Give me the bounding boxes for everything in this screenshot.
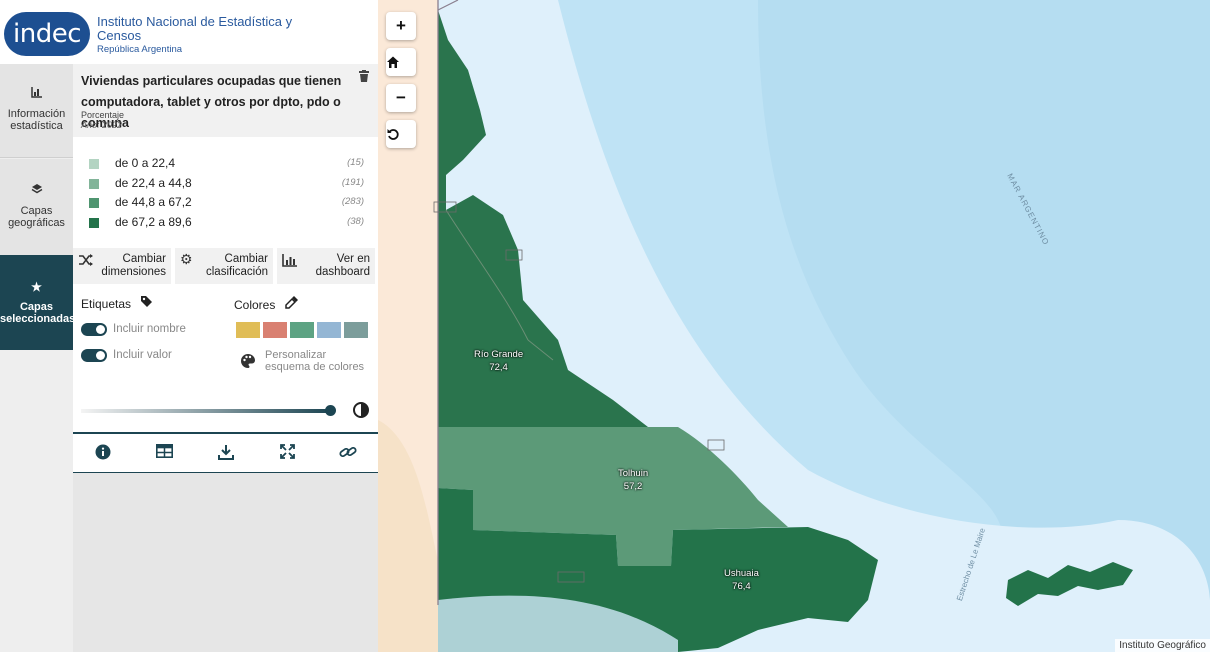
institution-name: Instituto Nacional de Estadística y Cens…	[97, 14, 293, 43]
layer-toolbar	[73, 432, 378, 473]
contrast-icon	[353, 402, 369, 418]
home-button[interactable]	[386, 48, 416, 76]
fullscreen-icon[interactable]	[277, 444, 297, 464]
layer-title: Viviendas particulares ocupadas que tien…	[81, 74, 342, 130]
layer-header: Viviendas particulares ocupadas que tien…	[73, 64, 378, 137]
eyedropper-icon[interactable]	[284, 296, 299, 312]
zoom-in-button[interactable]: +	[386, 12, 416, 40]
legend-swatch	[89, 198, 99, 208]
map-canvas	[378, 0, 1210, 652]
tab-capas-geograficas[interactable]: Capas geográficas	[0, 159, 73, 255]
legend-count: (191)	[341, 177, 364, 188]
legend-count: (38)	[347, 216, 364, 227]
trash-icon[interactable]	[359, 70, 369, 85]
region-value: 76,4	[732, 581, 751, 592]
chart-icon	[0, 86, 73, 100]
region-label-tolhuin: Tolhuin 57,2	[618, 467, 648, 493]
legend-label: de 67,2 a 89,6	[115, 215, 192, 229]
side-tabs: Información estadística Capas geográfica…	[0, 64, 76, 652]
region-label-rio-grande: Río Grande 72,4	[474, 348, 523, 374]
layer-unit: Porcentaje	[81, 110, 125, 120]
colors-title-text: Colores	[234, 298, 276, 312]
include-name-label: Incluir nombre	[113, 323, 186, 335]
legend-item: de 22,4 a 44,8 (191)	[89, 176, 364, 192]
dashboard-button[interactable]: Ver en dashboard	[277, 248, 375, 284]
table-icon[interactable]	[154, 444, 174, 464]
customize-colors-text: Personalizar esquema de colores	[265, 349, 365, 373]
indec-logo[interactable]: indec	[4, 12, 90, 56]
color-scheme-swatch[interactable]	[263, 322, 287, 338]
institution-country: República Argentina	[97, 44, 183, 55]
layer-card: Viviendas particulares ocupadas que tien…	[73, 64, 378, 473]
gear-icon: ⚙	[180, 251, 193, 267]
layer-year: Año: 2022	[81, 120, 123, 130]
change-dimensions-button[interactable]: Cambiar dimensiones	[73, 248, 171, 284]
legend-swatch	[89, 218, 99, 228]
include-value-label: Incluir valor	[113, 349, 172, 361]
palette-icon	[240, 353, 256, 370]
color-scheme-swatch[interactable]	[236, 322, 260, 338]
labels-title-text: Etiquetas	[81, 297, 132, 311]
color-scheme-swatch[interactable]	[344, 322, 368, 338]
colors-section-title: Colores	[234, 295, 299, 312]
legend-item: de 0 a 22,4 (15)	[89, 156, 364, 172]
include-name-toggle[interactable]	[81, 323, 107, 336]
region-name: Río Grande	[474, 349, 524, 360]
button-label: Cambiar dimensiones	[101, 253, 166, 278]
legend-label: de 22,4 a 44,8	[115, 176, 192, 190]
region-name: Ushuaia	[724, 568, 759, 579]
tab-label: Información estadística	[7, 108, 66, 132]
legend-swatch	[89, 179, 99, 189]
region-name: Tolhuin	[618, 468, 649, 479]
legend-item: de 44,8 a 67,2 (283)	[89, 195, 364, 211]
layers-icon	[0, 183, 73, 197]
opacity-slider-track[interactable]	[81, 409, 331, 413]
include-value-toggle[interactable]	[81, 349, 107, 362]
tab-capas-seleccionadas[interactable]: ★ Capas seleccionadas	[0, 255, 76, 350]
button-label: Cambiar clasificación	[206, 253, 268, 278]
info-icon[interactable]	[93, 444, 113, 464]
download-icon[interactable]	[216, 444, 236, 464]
legend-item: de 67,2 a 89,6 (38)	[89, 215, 364, 231]
header: indec Instituto Nacional de Estadística …	[0, 0, 378, 64]
color-scheme-swatch[interactable]	[317, 322, 341, 338]
labels-section-title: Etiquetas	[81, 295, 153, 311]
tag-icon	[140, 296, 153, 311]
tab-informacion-estadistica[interactable]: Información estadística	[0, 64, 73, 158]
reset-rotation-button[interactable]	[386, 120, 416, 148]
opacity-slider-handle[interactable]	[325, 405, 336, 416]
color-scheme-swatch[interactable]	[290, 322, 314, 338]
layer-panel: Viviendas particulares ocupadas que tien…	[73, 64, 378, 652]
link-icon[interactable]	[338, 444, 358, 464]
legend-label: de 0 a 22,4	[115, 156, 176, 170]
star-icon: ★	[31, 280, 42, 294]
map-view[interactable]: + − Río Grande 72,4 Tolhuin 57,2 Ushuaia…	[378, 0, 1210, 652]
region-label-ushuaia: Ushuaia 76,4	[724, 567, 759, 593]
legend-count: (283)	[341, 196, 364, 207]
button-label: Ver en dashboard	[315, 253, 370, 278]
legend-label: de 44,8 a 67,2	[115, 195, 192, 209]
change-classification-button[interactable]: ⚙ Cambiar clasificación	[175, 248, 273, 284]
customize-colors-link[interactable]: Personalizar esquema de colores	[241, 349, 365, 373]
tab-label: Capas seleccionadas	[0, 301, 76, 325]
legend-count: (15)	[347, 157, 364, 168]
zoom-out-button[interactable]: −	[386, 84, 416, 112]
region-value: 72,4	[489, 362, 508, 373]
bar-chart-icon	[282, 253, 298, 269]
legend-swatch	[89, 159, 99, 169]
tab-label: Capas geográficas	[8, 205, 65, 229]
region-value: 57,2	[623, 481, 643, 492]
map-attribution: Instituto Geográfico	[1115, 639, 1210, 652]
